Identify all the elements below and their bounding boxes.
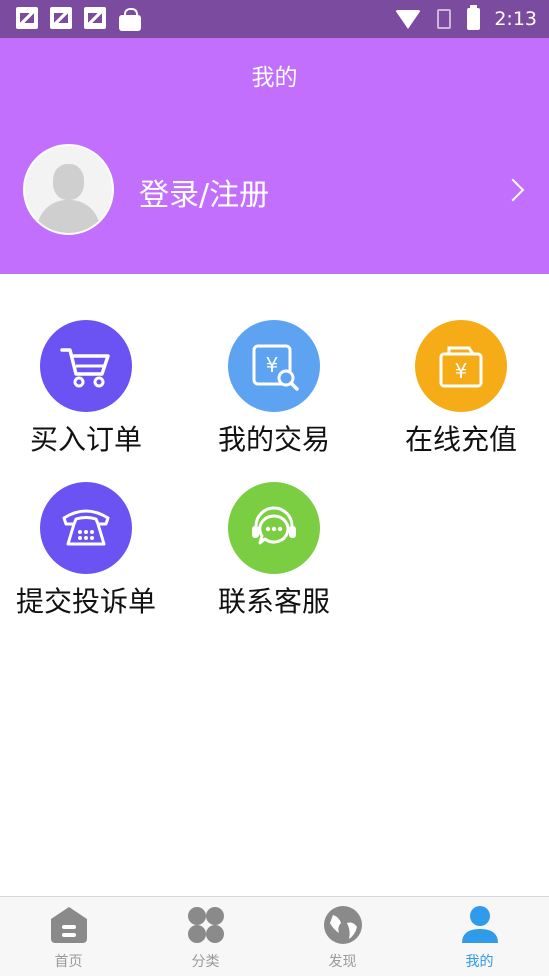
yuan-search-icon: ¥: [252, 344, 299, 391]
circle-bg: [40, 320, 132, 412]
status-time: 2:13: [494, 8, 537, 30]
app-notification-icon: [50, 7, 72, 29]
tab-home[interactable]: 首页: [0, 897, 137, 977]
avatar-head: [53, 164, 84, 200]
battery-icon: [467, 5, 481, 30]
circle-bg: [228, 482, 320, 574]
svg-text:¥: ¥: [266, 353, 279, 377]
category-icon: [187, 907, 224, 943]
menu-item-label: 买入订单: [29, 423, 142, 456]
shopping-cart-icon: [60, 348, 110, 388]
circle-bg: ¥: [228, 320, 320, 412]
menu-item-online-recharge[interactable]: ¥ 在线充值: [381, 320, 541, 458]
bottom-tab-bar: 首页 分类 发现 我的: [0, 896, 549, 976]
app-notification-icon: [16, 7, 38, 29]
wallet-yuan-icon: ¥: [439, 346, 483, 388]
tab-label: 首页: [54, 954, 83, 970]
headset-chat-icon: [252, 506, 296, 545]
menu-item-label: 联系客服: [217, 585, 330, 618]
menu-item-submit-complaint[interactable]: 提交投诉单: [6, 482, 166, 620]
menu-item-label: 我的交易: [217, 423, 330, 456]
tab-mine[interactable]: 我的: [411, 897, 548, 977]
wifi-icon: [395, 9, 422, 29]
no-sim-icon: [435, 8, 453, 30]
app-notification-icon: [84, 7, 106, 29]
tab-discover[interactable]: 发现: [274, 897, 411, 977]
avatar-shoulders: [37, 200, 100, 233]
tab-label: 发现: [328, 954, 357, 970]
avatar[interactable]: [23, 144, 114, 235]
chevron-right-icon[interactable]: [501, 178, 525, 202]
notification-icons: [16, 7, 142, 31]
menu-item-my-trades[interactable]: ¥ 我的交易: [194, 320, 354, 458]
menu-item-label: 在线充值: [404, 423, 517, 456]
login-register-link[interactable]: 登录/注册: [139, 170, 269, 214]
shopping-bag-icon: [118, 7, 142, 31]
svg-text:¥: ¥: [455, 359, 468, 383]
menu-item-label: 提交投诉单: [15, 585, 156, 618]
status-bar: 2:13: [0, 0, 549, 38]
tab-label: 分类: [191, 954, 220, 970]
profile-header: 我的 登录/注册: [0, 38, 549, 274]
menu-item-customer-service[interactable]: 联系客服: [194, 482, 354, 620]
menu-item-buy-orders[interactable]: 买入订单: [6, 320, 166, 458]
circle-bg: ¥: [415, 320, 507, 412]
page-title: 我的: [251, 65, 298, 91]
telephone-icon: [62, 509, 110, 546]
tab-label: 我的: [465, 954, 494, 970]
person-icon: [461, 906, 498, 943]
tab-category[interactable]: 分类: [137, 897, 274, 977]
home-icon: [50, 907, 87, 943]
circle-bg: [40, 482, 132, 574]
globe-icon: [323, 906, 362, 944]
